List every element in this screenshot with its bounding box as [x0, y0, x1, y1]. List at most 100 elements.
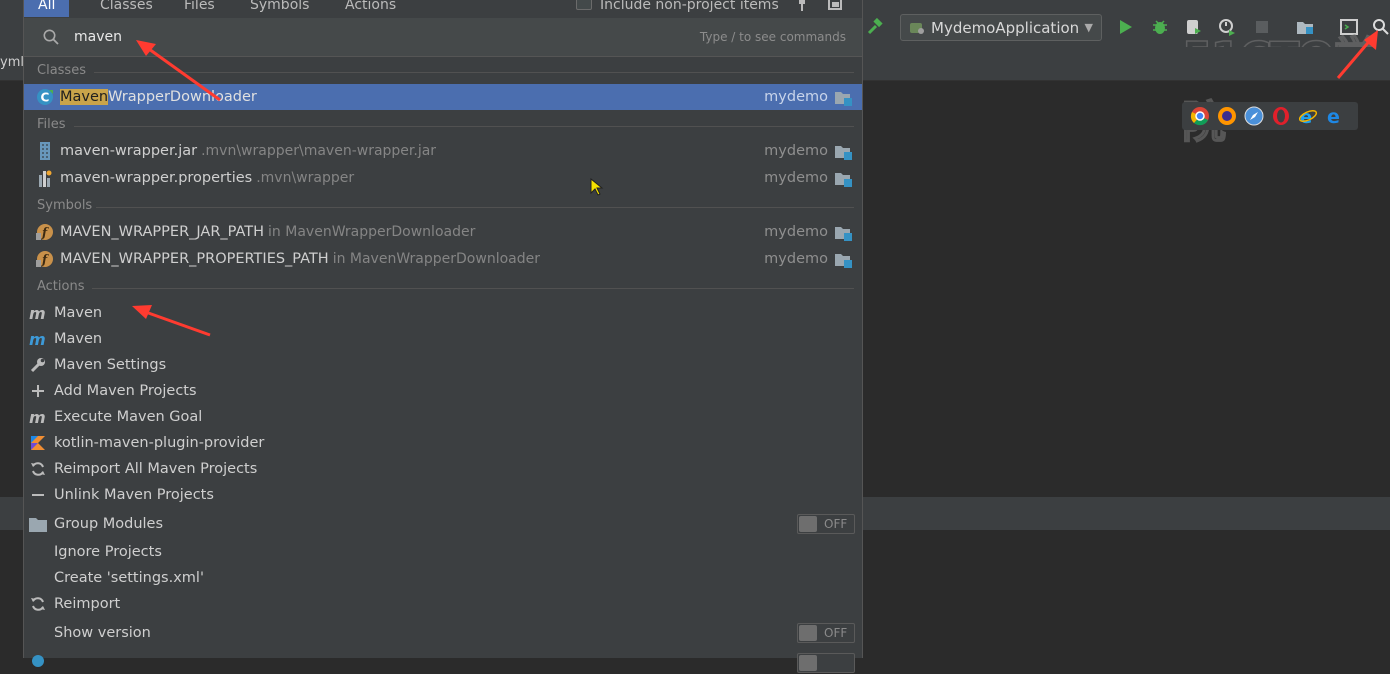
action-label: Reimport	[54, 596, 121, 612]
section-label: Symbols	[37, 198, 93, 213]
properties-file-icon	[36, 169, 54, 187]
browser-launcher-bar: e e	[1182, 102, 1358, 130]
blank-icon	[29, 543, 47, 561]
action-kotlin-maven-plugin-provider[interactable]: kotlin-maven-plugin-provider	[24, 430, 862, 456]
section-header-classes: Classes	[24, 59, 862, 83]
partial-toggle[interactable]	[797, 653, 855, 673]
module-label: mydemo	[764, 89, 828, 105]
action-reimport-all-maven-projects[interactable]: Reimport All Maven Projects	[24, 456, 862, 482]
class-result-row[interactable]: C MavenWrapperDownloader mydemo	[24, 84, 862, 110]
section-header-symbols: Symbols	[24, 194, 862, 218]
action-group-modules[interactable]: Group Modules OFF	[24, 511, 862, 537]
globe-icon	[29, 652, 47, 670]
maven-icon: m	[29, 408, 47, 426]
match-highlight: Maven	[60, 89, 109, 105]
file-result-row[interactable]: maven-wrapper.jar .mvn\wrapper\maven-wra…	[24, 138, 862, 164]
module-folder-icon	[834, 171, 852, 187]
file-result-row[interactable]: maven-wrapper.properties .mvn\wrapper my…	[24, 165, 862, 191]
mouse-cursor-icon	[590, 178, 604, 196]
include-non-project-checkbox[interactable]	[576, 0, 592, 10]
action-label: Maven	[54, 305, 103, 321]
chevron-down-icon: ▼	[1084, 21, 1093, 34]
symbol-result-row[interactable]: f MAVEN_WRAPPER_JAR_PATH in MavenWrapper…	[24, 219, 862, 245]
svg-text:C: C	[41, 91, 50, 105]
toggle-state: OFF	[824, 517, 848, 531]
action-label: Unlink Maven Projects	[54, 487, 214, 503]
action-maven-tool-window[interactable]: m Maven	[24, 326, 862, 352]
tab-classes[interactable]: Classes	[86, 0, 167, 17]
show-version-toggle[interactable]: OFF	[797, 623, 855, 643]
action-partial-row[interactable]	[24, 648, 862, 674]
maven-blue-icon: m	[29, 330, 47, 348]
toggle-knob	[799, 516, 817, 532]
divider	[96, 207, 854, 208]
action-create-settings-xml[interactable]: Create 'settings.xml'	[24, 565, 862, 591]
opera-icon[interactable]	[1271, 106, 1291, 126]
action-execute-maven-goal[interactable]: m Execute Maven Goal	[24, 404, 862, 430]
module-folder-icon	[834, 225, 852, 241]
tab-actions[interactable]: Actions	[331, 0, 410, 17]
search-input[interactable]	[74, 25, 674, 49]
svg-text:m: m	[29, 332, 46, 346]
spring-boot-icon	[909, 21, 925, 35]
action-label: kotlin-maven-plugin-provider	[54, 435, 265, 451]
search-bar: Type / to see commands	[24, 18, 862, 57]
maven-icon: m	[29, 304, 47, 322]
action-maven[interactable]: m Maven	[24, 300, 862, 326]
symbol-name: MAVEN_WRAPPER_JAR_PATH	[60, 224, 265, 240]
safari-icon[interactable]	[1244, 106, 1264, 126]
svg-text:m: m	[29, 410, 46, 424]
symbol-result-row[interactable]: f MAVEN_WRAPPER_PROPERTIES_PATH in Maven…	[24, 246, 862, 272]
action-add-maven-projects[interactable]: Add Maven Projects	[24, 378, 862, 404]
action-label: Show version	[54, 625, 151, 641]
symbol-name: MAVEN_WRAPPER_PROPERTIES_PATH	[60, 251, 329, 267]
section-header-files: Files	[24, 113, 862, 137]
tab-symbols[interactable]: Symbols	[236, 0, 323, 17]
action-show-version[interactable]: Show version OFF	[24, 620, 862, 646]
blank-icon	[29, 569, 47, 587]
divider	[94, 72, 854, 73]
module-label: mydemo	[764, 224, 828, 240]
action-label: Group Modules	[54, 516, 164, 532]
file-location: .mvn\wrapper	[256, 170, 355, 186]
kotlin-icon	[29, 434, 47, 452]
symbol-location: in MavenWrapperDownloader	[332, 251, 540, 267]
run-configuration-label: MydemoApplication	[931, 18, 1080, 37]
action-reimport[interactable]: Reimport	[24, 591, 862, 617]
file-name: maven-wrapper.jar	[60, 143, 198, 159]
module-folder-icon	[834, 144, 852, 160]
action-label: Maven Settings	[54, 357, 167, 373]
tab-all[interactable]: All	[24, 0, 70, 17]
wrench-icon	[29, 356, 47, 374]
action-label: Ignore Projects	[54, 544, 162, 560]
action-ignore-projects[interactable]: Ignore Projects	[24, 539, 862, 565]
search-hint: Type / to see commands	[699, 30, 846, 44]
chrome-icon[interactable]	[1190, 106, 1210, 126]
toggle-state: OFF	[824, 626, 848, 640]
action-label: Reimport All Maven Projects	[54, 461, 258, 477]
action-label: Add Maven Projects	[54, 383, 197, 399]
action-maven-settings[interactable]: Maven Settings	[24, 352, 862, 378]
svg-text:e: e	[1327, 106, 1340, 126]
group-modules-toggle[interactable]: OFF	[797, 514, 855, 534]
section-label: Actions	[37, 279, 85, 294]
firefox-icon[interactable]	[1217, 106, 1237, 126]
build-hammer-icon[interactable]	[866, 18, 884, 36]
run-icon[interactable]	[1117, 18, 1135, 36]
tab-files[interactable]: Files	[170, 0, 229, 17]
file-name: maven-wrapper.properties	[60, 170, 253, 186]
edge-icon[interactable]: e	[1325, 106, 1345, 128]
open-in-find-window-icon[interactable]	[828, 0, 842, 10]
editor-tab-label[interactable]: yml	[0, 55, 24, 70]
action-unlink-maven-projects[interactable]: Unlink Maven Projects	[24, 482, 862, 508]
filter-icon[interactable]	[796, 0, 808, 11]
run-configuration-selector[interactable]: MydemoApplication ▼	[900, 14, 1102, 41]
class-icon: C	[36, 88, 54, 106]
module-folder-icon	[834, 252, 852, 268]
debug-bug-icon[interactable]	[1151, 18, 1169, 36]
action-label: Maven	[54, 331, 103, 347]
internet-explorer-icon[interactable]: e	[1298, 106, 1318, 128]
section-header-actions: Actions	[24, 275, 862, 299]
symbol-location: in MavenWrapperDownloader	[268, 224, 476, 240]
search-scope-tabs: All Classes Files Symbols Actions Includ…	[24, 0, 862, 17]
